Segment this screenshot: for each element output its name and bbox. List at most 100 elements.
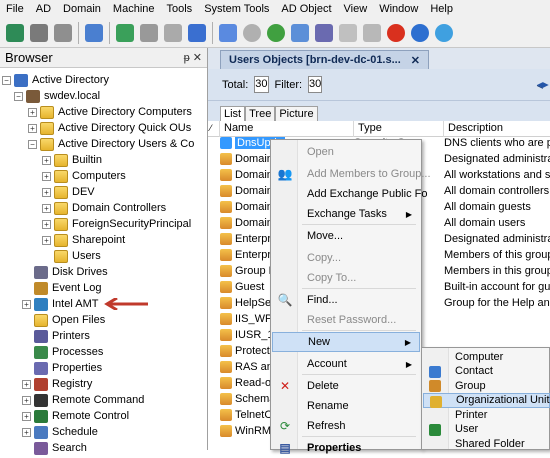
tab-users-objects[interactable]: Users Objects [brn-dev-dc-01.s... ✕	[220, 50, 429, 69]
expand-icon[interactable]: +	[42, 171, 51, 181]
expand-icon[interactable]: +	[42, 203, 51, 213]
close-icon[interactable]: ✕	[411, 54, 420, 67]
submenu-item-user[interactable]: User	[423, 422, 550, 437]
alert-icon[interactable]	[387, 23, 405, 42]
import-icon[interactable]	[315, 23, 333, 42]
tree-node-active-directory-users-co[interactable]: − Active Directory Users & Co	[28, 136, 194, 152]
add-node-icon[interactable]	[116, 23, 134, 42]
menu-item-delete[interactable]: ✕ Delete	[272, 376, 420, 396]
tree-node-active-directory[interactable]: − Active Directory	[2, 72, 109, 88]
refresh-icon[interactable]	[267, 23, 285, 42]
print-preview-icon[interactable]	[363, 23, 381, 42]
menu-item-copy-to[interactable]: Copy To...	[272, 268, 420, 288]
expand-icon[interactable]: +	[22, 299, 31, 309]
expand-icon[interactable]: +	[22, 379, 31, 389]
menu-file[interactable]: File	[0, 3, 30, 15]
menu-item-reset-password[interactable]: Reset Password...	[272, 310, 420, 330]
web-icon[interactable]	[435, 23, 453, 42]
menu-item-new[interactable]: New ▶	[272, 332, 420, 352]
menu-item-account[interactable]: Account ▶	[272, 354, 420, 374]
submenu-item-shared-folder[interactable]: Shared Folder	[423, 436, 550, 451]
remove-node-icon[interactable]	[140, 23, 158, 42]
menu-window[interactable]: Window	[373, 3, 424, 15]
menu-item-add-exchange-public-fo[interactable]: Add Exchange Public Fo	[272, 184, 427, 204]
menu-item-add-members-to-group[interactable]: 👥 Add Members to Group...	[272, 164, 431, 184]
user-icon[interactable]	[85, 23, 103, 42]
menu-view[interactable]: View	[338, 3, 374, 15]
expand-icon[interactable]: +	[22, 411, 31, 421]
tree-node-sharepoint[interactable]: + Sharepoint	[42, 232, 125, 248]
tree-node-event-log[interactable]: Event Log	[22, 280, 102, 296]
tab-picture[interactable]: Picture	[275, 106, 318, 121]
tree-node-computers[interactable]: + Computers	[42, 168, 126, 184]
tree-node-intel-amt[interactable]: + Intel AMT	[22, 296, 98, 312]
help-icon[interactable]	[411, 23, 429, 42]
collapse-icon[interactable]: −	[28, 139, 37, 149]
grid-icon[interactable]	[219, 23, 237, 42]
menu-tools[interactable]: Tools	[161, 3, 199, 15]
edit-node-icon[interactable]	[164, 23, 182, 42]
menu-item-copy[interactable]: Copy...	[272, 248, 420, 268]
expand-icon[interactable]: +	[22, 427, 31, 437]
tree-node-open-files[interactable]: Open Files	[22, 312, 105, 328]
submenu-item-contact[interactable]: Contact	[423, 364, 550, 379]
tree-node-registry[interactable]: + Registry	[22, 376, 92, 392]
export-icon[interactable]	[291, 23, 309, 42]
expand-icon[interactable]: +	[42, 155, 51, 165]
stop-icon[interactable]	[243, 23, 261, 42]
expand-icon[interactable]: +	[42, 219, 51, 229]
computers-icon[interactable]	[30, 23, 48, 42]
filter-icon[interactable]	[188, 23, 206, 42]
menu-item-exchange-tasks[interactable]: Exchange Tasks ▶	[272, 204, 420, 224]
collapse-icon[interactable]: −	[14, 91, 23, 101]
menu-system-tools[interactable]: System Tools	[198, 3, 275, 15]
tree-node-foreignsecurityprincipal[interactable]: + ForeignSecurityPrincipal	[42, 216, 191, 232]
column-type[interactable]: Type	[354, 121, 444, 137]
expand-icon[interactable]: +	[42, 187, 51, 197]
collapse-icon[interactable]: −	[2, 75, 11, 85]
menu-machine[interactable]: Machine	[107, 3, 161, 15]
menu-item-find[interactable]: 🔍 Find...	[272, 290, 420, 310]
menu-item-rename[interactable]: Rename	[272, 396, 420, 416]
tree-node-dev[interactable]: + DEV	[42, 184, 95, 200]
menu-help[interactable]: Help	[424, 3, 459, 15]
tree-node-builtin[interactable]: + Builtin	[42, 152, 102, 168]
tree-node-properties[interactable]: Properties	[22, 360, 102, 376]
menu-item-open[interactable]: Open	[272, 142, 420, 162]
submenu-item-group[interactable]: Group	[423, 378, 550, 393]
tab-list[interactable]: List	[220, 106, 246, 121]
tree-node-remote-control[interactable]: + Remote Control	[22, 408, 129, 424]
tree-node-schedule[interactable]: + Schedule	[22, 424, 98, 440]
submenu-item-printer[interactable]: Printer	[423, 407, 550, 422]
tree-node-users[interactable]: Users	[42, 248, 101, 264]
tree-node-swdev-local[interactable]: − swdev.local	[14, 88, 100, 104]
submenu-item-computer[interactable]: Computer	[423, 349, 550, 364]
menu-ad-object[interactable]: AD Object	[275, 3, 337, 15]
add-computer-icon[interactable]	[6, 23, 24, 42]
menu-item-refresh[interactable]: ⟳ Refresh	[272, 416, 420, 436]
network-icon[interactable]	[54, 23, 72, 42]
menu-domain[interactable]: Domain	[57, 3, 107, 15]
tree-node-active-directory-computers[interactable]: + Active Directory Computers	[28, 104, 192, 120]
menu-ad[interactable]: AD	[30, 3, 57, 15]
tree-node-search[interactable]: Search	[22, 440, 87, 456]
submenu-item-organizational-unit[interactable]: Organizational Unit	[423, 392, 550, 408]
expand-icon[interactable]: +	[28, 107, 37, 117]
column-description[interactable]: Description	[444, 121, 550, 137]
tab-tree[interactable]: Tree	[245, 106, 276, 121]
close-icon[interactable]: ✕	[193, 52, 202, 64]
tree-node-remote-command[interactable]: + Remote Command	[22, 392, 144, 408]
menu-item-move[interactable]: Move...	[272, 226, 420, 246]
pin-icon[interactable]: ᵽ	[184, 52, 190, 64]
print-icon[interactable]	[339, 23, 357, 42]
tree-node-disk-drives[interactable]: Disk Drives	[22, 264, 108, 280]
menu-item-properties[interactable]: ▤ Properties	[272, 438, 420, 458]
expand-icon[interactable]: +	[22, 395, 31, 405]
tree-node-printers[interactable]: Printers	[22, 328, 90, 344]
tree-node-processes[interactable]: Processes	[22, 344, 103, 360]
column-name[interactable]: Name	[220, 121, 354, 137]
expand-icon[interactable]: +	[42, 235, 51, 245]
tree-node-domain-controllers[interactable]: + Domain Controllers	[42, 200, 166, 216]
expand-icon[interactable]: +	[28, 123, 37, 133]
tree-node-active-directory-quick-ous[interactable]: + Active Directory Quick OUs	[28, 120, 191, 136]
